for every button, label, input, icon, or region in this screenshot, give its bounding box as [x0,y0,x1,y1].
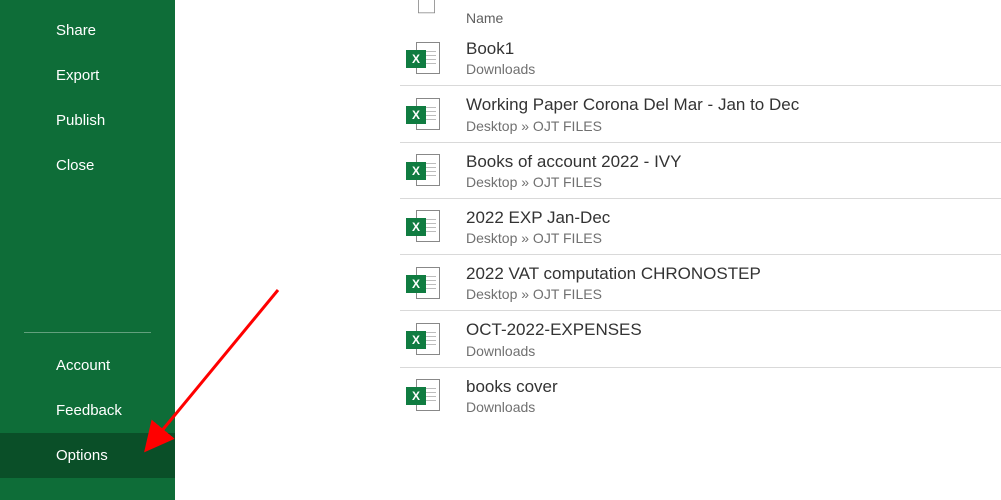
file-row[interactable]: X books cover Downloads [400,368,1001,423]
sidebar-label: Publish [56,112,105,129]
file-text: OCT-2022-EXPENSES Downloads [466,319,642,358]
backstage-sidebar: Share Export Publish Close Account Feedb… [0,0,175,500]
file-path: Desktop » OJT FILES [466,286,761,302]
sidebar-item-publish[interactable]: Publish [0,98,175,143]
header-icon [400,0,446,18]
sidebar-item-options[interactable]: Options [0,433,175,478]
file-text: Books of account 2022 - IVY Desktop » OJ… [466,151,681,190]
sidebar-bottom-group: Account Feedback Options [0,332,175,500]
file-row[interactable]: X Working Paper Corona Del Mar - Jan to … [400,86,1001,142]
sidebar-label: Feedback [56,402,122,419]
column-header-name[interactable]: Name [400,10,1001,30]
excel-file-icon: X [400,267,446,299]
file-title: Book1 [466,38,535,59]
file-text: 2022 EXP Jan-Dec Desktop » OJT FILES [466,207,610,246]
file-text: Book1 Downloads [466,38,535,77]
file-title: books cover [466,376,558,397]
file-row[interactable]: X Books of account 2022 - IVY Desktop » … [400,143,1001,199]
file-title: OCT-2022-EXPENSES [466,319,642,340]
file-title: Working Paper Corona Del Mar - Jan to De… [466,94,799,115]
file-text: 2022 VAT computation CHRONOSTEP Desktop … [466,263,761,302]
file-path: Downloads [466,61,535,77]
file-title: 2022 EXP Jan-Dec [466,207,610,228]
file-row[interactable]: X 2022 EXP Jan-Dec Desktop » OJT FILES [400,199,1001,255]
file-list: X Book1 Downloads X Working Paper Corona… [175,30,1001,423]
sidebar-item-account[interactable]: Account [0,343,175,388]
file-row[interactable]: X Book1 Downloads [400,30,1001,86]
sidebar-label: Account [56,357,110,374]
file-path: Downloads [466,399,558,415]
recent-files-panel: Name X Book1 Downloads X Working Paper C… [175,0,1001,500]
sidebar-label: Share [56,22,96,39]
sidebar-item-feedback[interactable]: Feedback [0,388,175,433]
file-title: 2022 VAT computation CHRONOSTEP [466,263,761,284]
file-path: Desktop » OJT FILES [466,230,610,246]
sidebar-label: Export [56,67,99,84]
sidebar-item-share[interactable]: Share [0,8,175,53]
excel-file-icon: X [400,210,446,242]
file-row[interactable]: X OCT-2022-EXPENSES Downloads [400,311,1001,367]
file-text: Working Paper Corona Del Mar - Jan to De… [466,94,799,133]
sidebar-separator [24,332,151,333]
excel-file-icon: X [400,154,446,186]
file-path: Desktop » OJT FILES [466,118,799,134]
file-path: Desktop » OJT FILES [466,174,681,190]
file-title: Books of account 2022 - IVY [466,151,681,172]
excel-file-icon: X [400,323,446,355]
file-row[interactable]: X 2022 VAT computation CHRONOSTEP Deskto… [400,255,1001,311]
file-text: books cover Downloads [466,376,558,415]
sidebar-item-export[interactable]: Export [0,53,175,98]
excel-file-icon: X [400,42,446,74]
sidebar-label: Options [56,447,108,464]
excel-file-icon: X [400,98,446,130]
sidebar-label: Close [56,157,94,174]
sidebar-item-close[interactable]: Close [0,143,175,188]
file-path: Downloads [466,343,642,359]
excel-file-icon: X [400,379,446,411]
sidebar-top-group: Share Export Publish Close [0,0,175,188]
